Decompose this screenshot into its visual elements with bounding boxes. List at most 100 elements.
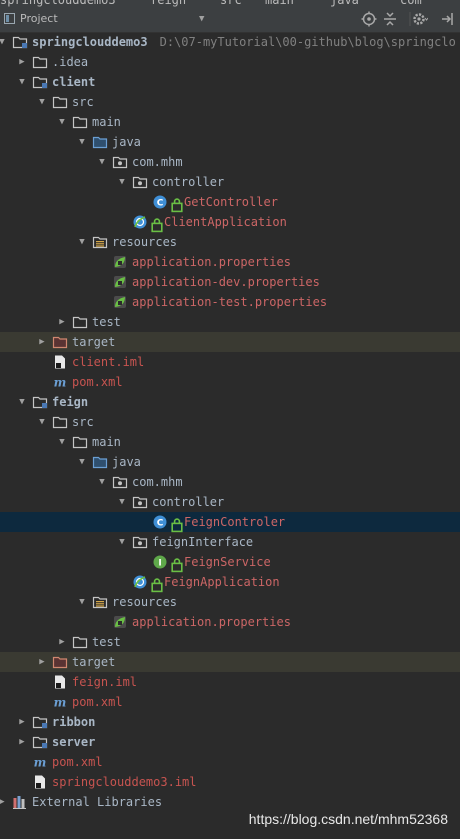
collapsed-arrow-icon[interactable]: ▶ xyxy=(56,312,68,332)
tree-row[interactable]: ▶ test xyxy=(0,312,460,332)
source-folder-icon xyxy=(92,134,108,150)
lock-icon xyxy=(149,217,163,233)
tree-row[interactable]: ▼ resources xyxy=(0,232,460,252)
maven-file-icon: m xyxy=(52,374,68,390)
libraries-icon xyxy=(12,794,28,810)
module-folder-icon xyxy=(32,394,48,410)
tree-row[interactable]: application.properties xyxy=(0,252,460,272)
tree-row[interactable]: m pom.xml xyxy=(0,752,460,772)
breadcrumb-item[interactable]: springclouddemo3 xyxy=(0,0,116,7)
collapsed-arrow-icon[interactable]: ▶ xyxy=(36,332,48,352)
expanded-arrow-icon[interactable]: ▼ xyxy=(116,492,128,512)
breadcrumb-item[interactable]: feign xyxy=(150,0,186,7)
tree-item-label: main xyxy=(92,435,121,449)
tree-row[interactable]: ▼ java xyxy=(0,452,460,472)
tree-row[interactable]: ▶ test xyxy=(0,632,460,652)
breadcrumb-item[interactable]: src xyxy=(220,0,242,7)
iml-file-icon xyxy=(52,674,68,690)
tree-row[interactable]: ▶ server xyxy=(0,732,460,752)
hide-panel-icon[interactable] xyxy=(440,11,456,27)
tree-row[interactable]: ▼ main xyxy=(0,432,460,452)
expanded-arrow-icon[interactable]: ▼ xyxy=(96,152,108,172)
tree-row[interactable]: C GetController xyxy=(0,192,460,213)
tree-row[interactable]: m pom.xml xyxy=(0,692,460,712)
expanded-arrow-icon[interactable]: ▼ xyxy=(36,412,48,432)
tree-row[interactable]: ClientApplication xyxy=(0,212,460,233)
collapsed-arrow-icon[interactable]: ▶ xyxy=(16,52,28,72)
tree-row[interactable]: ▼ com.mhm xyxy=(0,152,460,172)
tree-item-label: feign.iml xyxy=(72,675,138,689)
package-icon xyxy=(112,474,128,490)
tree-row[interactable]: ▶ target xyxy=(0,332,460,352)
tree-item-label: client xyxy=(52,75,96,89)
tree-row[interactable]: ▼ controller xyxy=(0,492,460,512)
expanded-arrow-icon[interactable]: ▼ xyxy=(16,72,28,92)
tree-item-label: application.properties xyxy=(132,615,291,629)
collapsed-arrow-icon[interactable]: ▶ xyxy=(16,712,28,732)
collapsed-arrow-icon[interactable]: ▶ xyxy=(0,792,8,812)
maven-file-icon: m xyxy=(52,694,68,710)
collapsed-arrow-icon[interactable]: ▶ xyxy=(56,632,68,652)
tree-row[interactable]: feign.iml xyxy=(0,672,460,692)
expanded-arrow-icon[interactable]: ▼ xyxy=(116,172,128,192)
tree-row[interactable]: ▼ main xyxy=(0,112,460,132)
expanded-arrow-icon[interactable]: ▼ xyxy=(56,112,68,132)
project-view-icon xyxy=(4,13,15,24)
tree-item-label: feign xyxy=(52,395,89,409)
expanded-arrow-icon[interactable]: ▼ xyxy=(36,92,48,112)
tree-row[interactable]: ▶ target xyxy=(0,652,460,672)
project-view-selector[interactable]: Project xyxy=(20,12,58,25)
expanded-arrow-icon[interactable]: ▼ xyxy=(16,392,28,412)
tree-row[interactable]: ▼ src xyxy=(0,92,460,112)
expanded-arrow-icon[interactable]: ▼ xyxy=(76,232,88,252)
tree-row[interactable]: ▶ .idea xyxy=(0,52,460,72)
expanded-arrow-icon[interactable]: ▼ xyxy=(56,432,68,452)
tree-row[interactable]: ▼ com.mhm xyxy=(0,472,460,492)
tree-row[interactable]: FeignApplication xyxy=(0,572,460,593)
expanded-arrow-icon[interactable]: ▼ xyxy=(116,532,128,552)
tree-row[interactable]: ▼ controller xyxy=(0,172,460,192)
tree-item-label: target xyxy=(72,655,116,669)
tree-row[interactable]: m pom.xml xyxy=(0,372,460,392)
tree-row[interactable]: ▶ External Libraries xyxy=(0,792,460,812)
tree-row[interactable]: application-dev.properties xyxy=(0,272,460,292)
interface-icon: I xyxy=(152,554,168,570)
package-icon xyxy=(132,494,148,510)
tree-item-label: controller xyxy=(152,495,225,509)
tree-row[interactable]: application-test.properties xyxy=(0,292,460,312)
tree-row[interactable]: springclouddemo3.iml xyxy=(0,772,460,792)
tree-row[interactable]: C FeignControler xyxy=(0,512,460,533)
lock-icon xyxy=(149,577,163,593)
collapsed-arrow-icon[interactable]: ▶ xyxy=(16,732,28,752)
tree-item-label: resources xyxy=(112,235,178,249)
scroll-from-source-icon[interactable] xyxy=(361,11,377,27)
expanded-arrow-icon[interactable]: ▼ xyxy=(76,452,88,472)
breadcrumb-item[interactable]: com xyxy=(400,0,422,7)
svg-text:I: I xyxy=(158,558,161,568)
tree-row[interactable]: application.properties xyxy=(0,612,460,632)
spring-props-icon xyxy=(112,294,128,310)
expanded-arrow-icon[interactable]: ▼ xyxy=(76,132,88,152)
tree-row[interactable]: ▼ feignInterface xyxy=(0,532,460,552)
tree-row[interactable]: ▼ feign xyxy=(0,392,460,412)
collapsed-arrow-icon[interactable]: ▶ xyxy=(36,652,48,672)
expanded-arrow-icon[interactable]: ▼ xyxy=(0,32,8,52)
tree-row[interactable]: client.iml xyxy=(0,352,460,372)
tree-row[interactable]: ▼ src xyxy=(0,412,460,432)
tree-row[interactable]: ▼ java xyxy=(0,132,460,152)
tree-item-label: main xyxy=(92,115,121,129)
tree-row[interactable]: I FeignService xyxy=(0,552,460,573)
tree-row[interactable]: ▼ springclouddemo3 D:\07-myTutorial\00-git… xyxy=(0,32,460,52)
chevron-down-icon[interactable]: ▼ xyxy=(199,14,204,24)
breadcrumb-item[interactable]: java xyxy=(330,0,359,7)
tree-row[interactable]: ▼ resources xyxy=(0,592,460,612)
resources-folder-icon xyxy=(92,594,108,610)
expanded-arrow-icon[interactable]: ▼ xyxy=(96,472,108,492)
tree-row[interactable]: ▼ client xyxy=(0,72,460,92)
collapse-all-icon[interactable] xyxy=(382,11,398,27)
gear-icon[interactable] xyxy=(412,11,429,27)
tree-row[interactable]: ▶ ribbon xyxy=(0,712,460,732)
breadcrumb-item[interactable]: main xyxy=(265,0,294,7)
expanded-arrow-icon[interactable]: ▼ xyxy=(76,592,88,612)
module-folder-icon xyxy=(32,714,48,730)
